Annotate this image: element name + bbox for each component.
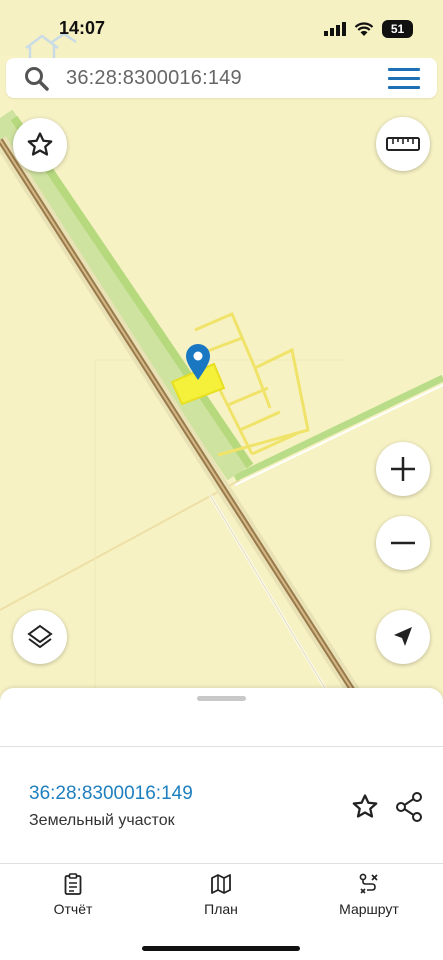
status-bar: 14:07 51 [0,0,443,66]
route-icon [359,873,378,894]
search-query[interactable]: 36:28:8300016:149 [66,67,242,90]
tab-report[interactable]: Отчёт [18,873,128,917]
zoom-out-button[interactable] [376,516,430,570]
divider [0,746,443,747]
sheet-grabber[interactable] [197,696,246,701]
favorite-star-icon[interactable] [350,792,380,822]
tab-route-label: Маршрут [339,901,399,917]
clipboard-icon [64,873,82,895]
tab-plan-label: План [204,901,238,917]
navigation-arrow-icon [394,627,412,646]
map-icon [211,874,231,894]
star-icon [27,132,53,156]
ruler-button[interactable] [376,117,430,171]
home-indicator [142,946,300,951]
minus-icon [391,541,415,545]
battery-indicator: 51 [382,20,413,38]
tab-plan[interactable]: План [166,873,276,917]
plus-icon [391,457,415,481]
wifi-icon [354,21,374,36]
status-time: 14:07 [59,18,106,38]
menu-icon[interactable] [388,68,420,90]
zoom-in-button[interactable] [376,442,430,496]
layers-button[interactable] [13,610,67,664]
map-view[interactable] [0,105,443,705]
signal-icon [324,22,346,36]
status-icons: 51 [324,18,413,40]
map-canvas[interactable] [0,105,443,705]
divider [0,863,443,864]
tab-route[interactable]: Маршрут [314,873,424,917]
tab-report-label: Отчёт [53,901,93,917]
search-bar[interactable]: 36:28:8300016:149 [6,58,437,98]
share-icon[interactable] [394,791,424,823]
my-location-button[interactable] [376,610,430,664]
parcel-type: Земельный участок [29,812,175,829]
favorite-map-button[interactable] [13,118,67,172]
parcel-cadastral-number[interactable]: 36:28:8300016:149 [29,783,193,805]
search-icon[interactable] [24,66,50,92]
bottom-sheet[interactable]: 36:28:8300016:149 Земельный участок Отчё… [0,688,443,960]
ruler-icon [386,137,420,151]
layers-icon [27,624,53,649]
